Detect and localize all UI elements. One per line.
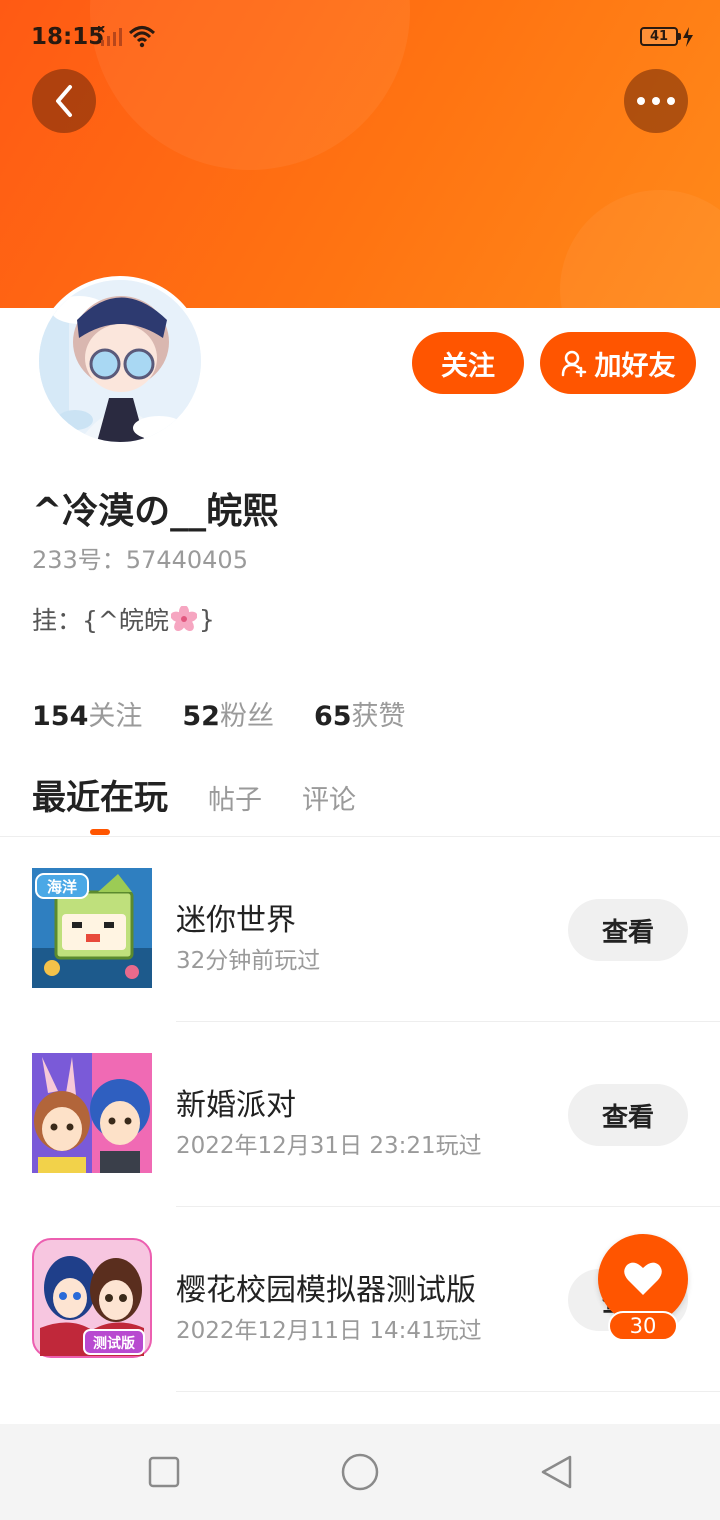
follow-button[interactable]: 关注 <box>412 332 524 394</box>
list-item[interactable]: 海洋 迷你世界 32分钟前玩过 查看 <box>0 837 720 1022</box>
cherry-blossom-icon <box>170 606 197 632</box>
tab-posts[interactable]: 帖子 <box>208 778 262 817</box>
heart-icon <box>624 1262 662 1295</box>
divider <box>176 1391 720 1392</box>
back-nav-button[interactable] <box>534 1450 578 1494</box>
game-title: 樱花校园模拟器测试版 <box>176 1273 476 1308</box>
home-button[interactable] <box>338 1450 382 1494</box>
battery-tip <box>678 33 681 40</box>
game-cover-image: 测试版 <box>32 1238 152 1358</box>
game-last-played: 2022年12月11日 14:41玩过 <box>176 1318 482 1344</box>
stat-label: 获赞 <box>351 701 406 732</box>
game-icon: 测试版 <box>32 1238 152 1358</box>
profile-stats: 154 关注 52 粉丝 65 获赞 <box>32 694 446 733</box>
view-button[interactable]: 查看 <box>568 899 688 961</box>
stat-value: 65 <box>313 701 352 732</box>
game-title: 新婚派对 <box>176 1088 296 1123</box>
game-cover-image: 海洋 <box>32 868 152 988</box>
list-item[interactable]: 新婚派对 2022年12月31日 23:21玩过 查看 <box>0 1022 720 1207</box>
chevron-left-icon <box>56 85 72 117</box>
header-decoration <box>560 190 720 308</box>
username: ^冷漠の__皖熙 <box>32 491 279 532</box>
add-friend-label: 加好友 <box>594 350 676 382</box>
charging-icon <box>683 27 693 47</box>
bio-text-end: } <box>198 604 215 634</box>
system-nav-bar <box>0 1424 720 1520</box>
square-icon <box>148 1456 180 1488</box>
battery-icon: 41 <box>640 27 678 46</box>
tab-comments[interactable]: 评论 <box>302 778 356 817</box>
status-bar: 18:15 41 <box>0 0 720 72</box>
stat-likes: 65 获赞 <box>314 694 406 733</box>
game-badge-text: 测试版 <box>93 1335 135 1352</box>
triangle-back-icon <box>541 1455 572 1489</box>
battery-level: 41 <box>649 29 669 44</box>
like-count: 30 <box>608 1311 678 1341</box>
stat-value: 52 <box>182 701 220 732</box>
view-button[interactable]: 查看 <box>568 1084 688 1146</box>
tab-recently-played[interactable]: 最近在玩 <box>32 770 168 819</box>
stat-label: 粉丝 <box>219 701 274 732</box>
wifi-icon <box>128 26 156 48</box>
bio: 挂：{^皖皖 } <box>32 601 215 637</box>
status-time: 18:15 <box>31 24 105 50</box>
stat-following[interactable]: 154 关注 <box>32 694 142 733</box>
active-tab-indicator <box>90 829 110 835</box>
more-button[interactable] <box>624 69 688 133</box>
stat-value: 154 <box>32 701 89 732</box>
back-button[interactable] <box>32 69 96 133</box>
game-icon <box>32 1053 152 1173</box>
more-dots-icon <box>637 97 675 105</box>
stat-followers[interactable]: 52 粉丝 <box>182 694 274 733</box>
avatar[interactable] <box>35 276 205 446</box>
stat-label: 关注 <box>88 701 143 732</box>
game-title: 迷你世界 <box>176 903 296 938</box>
game-icon: 海洋 <box>32 868 152 988</box>
game-last-played: 2022年12月31日 23:21玩过 <box>176 1133 482 1159</box>
avatar-image <box>39 280 201 442</box>
add-user-icon <box>561 350 586 377</box>
signal-icon <box>98 26 122 46</box>
circle-icon <box>341 1453 379 1491</box>
bio-text: 挂：{^皖皖 <box>32 606 169 635</box>
follow-label: 关注 <box>441 350 495 382</box>
game-badge-text: 海洋 <box>47 878 77 896</box>
recents-button[interactable] <box>142 1450 186 1494</box>
game-last-played: 32分钟前玩过 <box>176 948 321 974</box>
profile-tabs: 最近在玩 帖子 评论 <box>32 770 396 819</box>
add-friend-button[interactable]: 加好友 <box>540 332 696 394</box>
game-cover-image <box>32 1053 152 1173</box>
user-id: 233号：57440405 <box>32 546 248 574</box>
